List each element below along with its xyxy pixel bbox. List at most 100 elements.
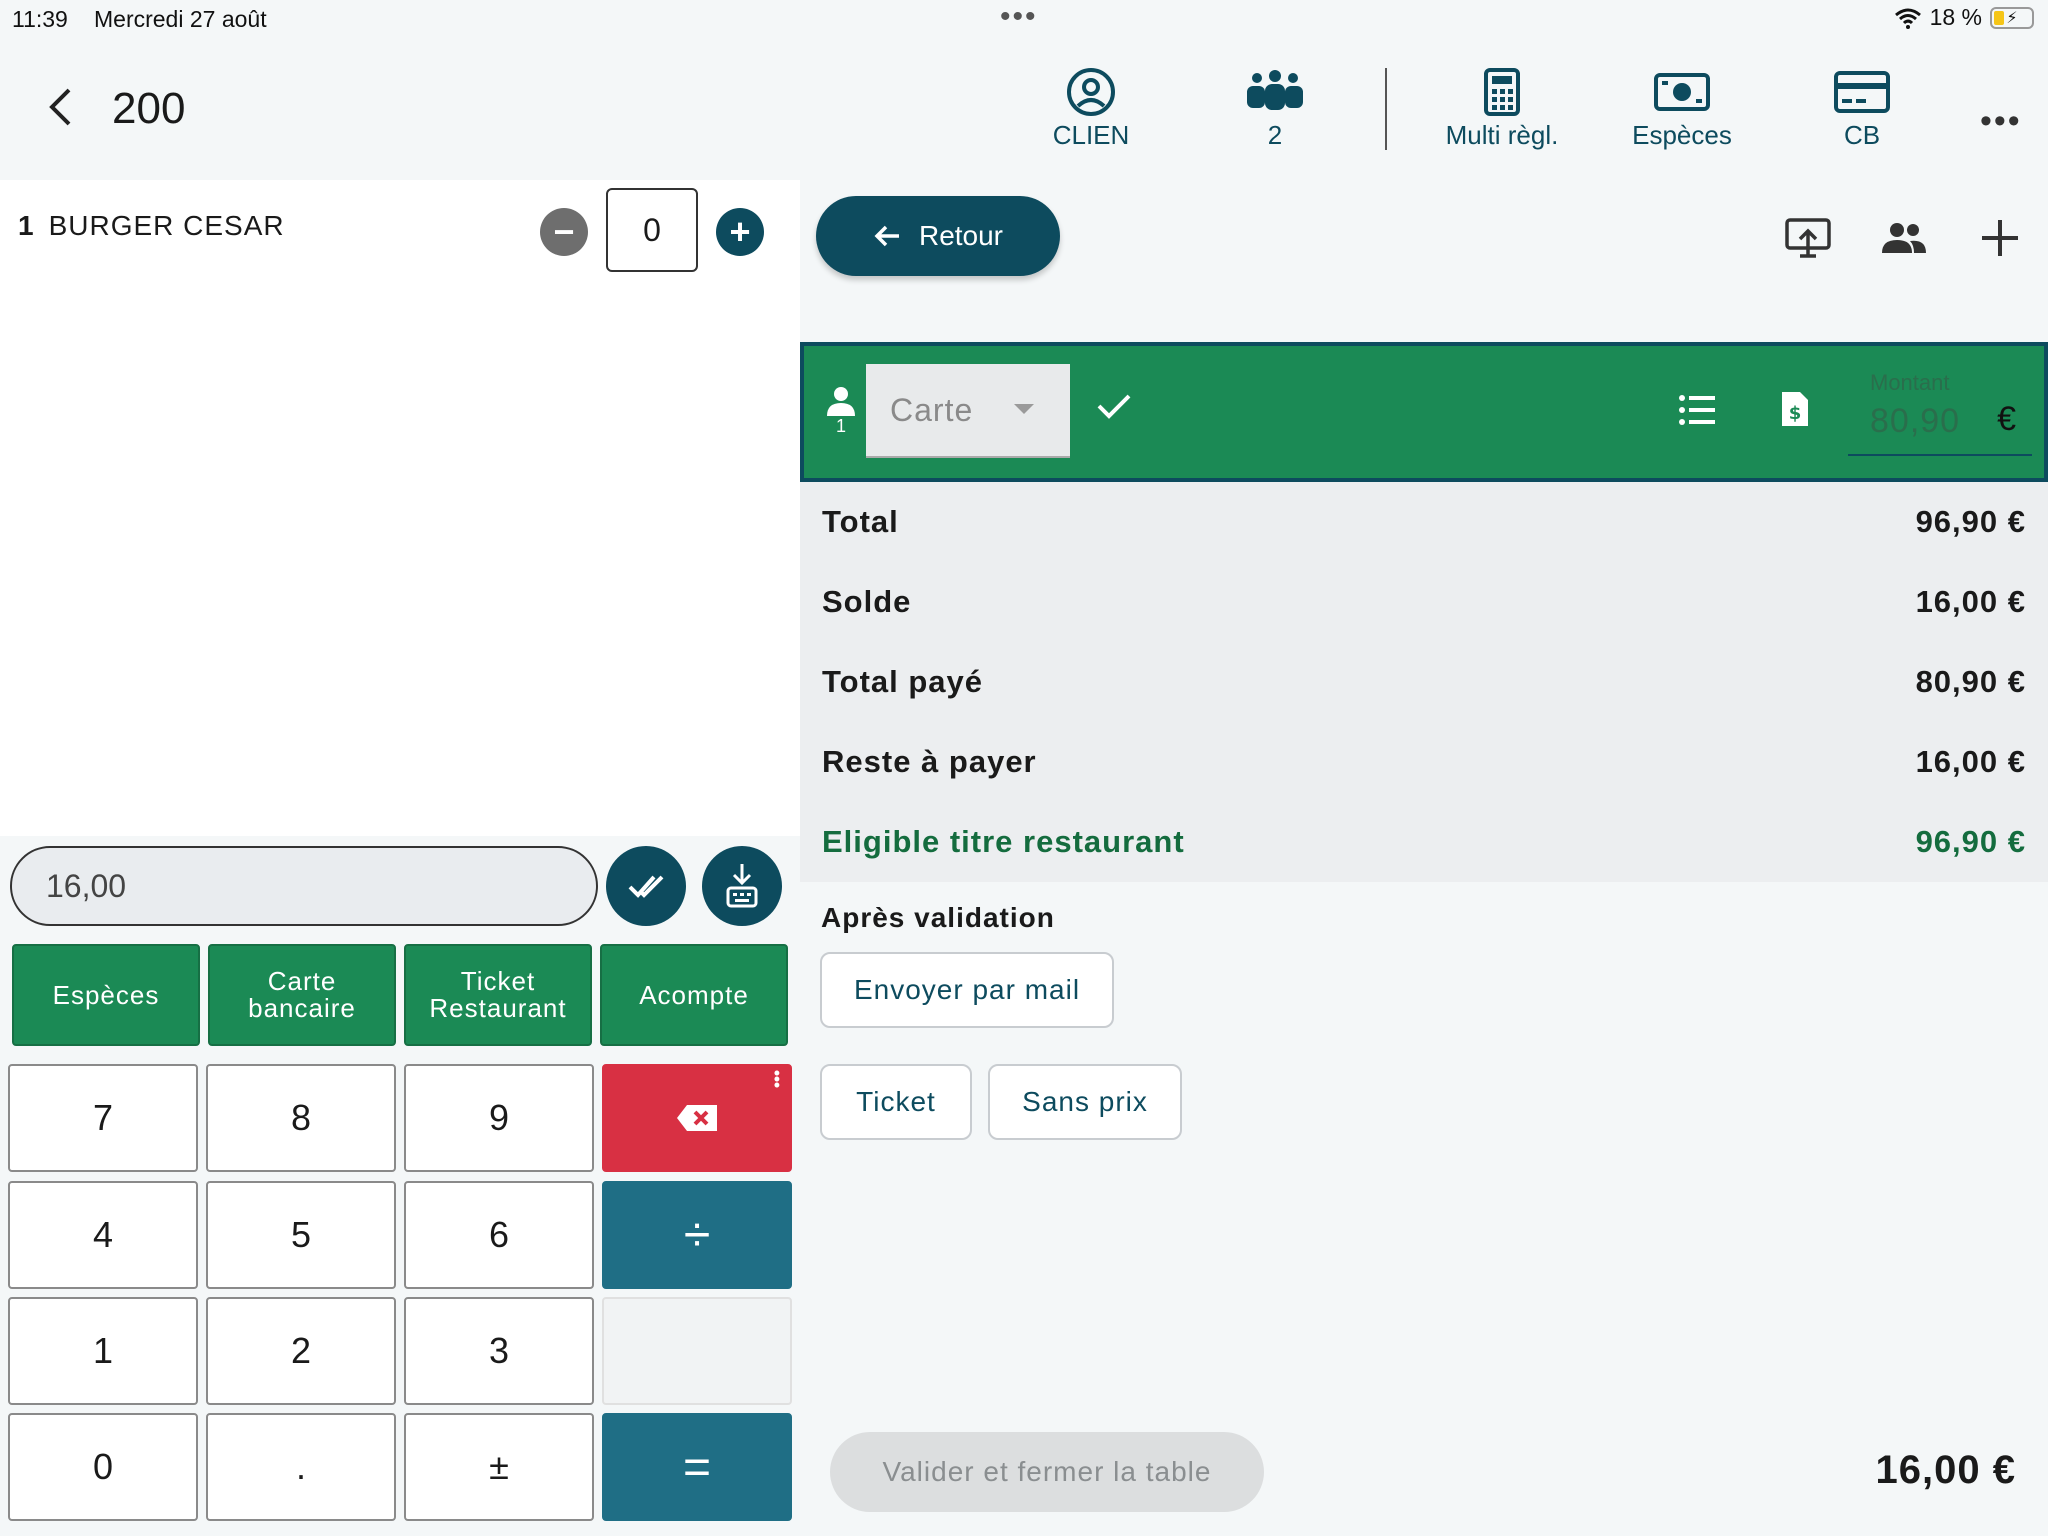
table-number: 200: [112, 84, 186, 133]
amount-field[interactable]: Montant 80,90 €: [1848, 366, 2032, 456]
back-button[interactable]: [40, 82, 80, 132]
payer-indicator[interactable]: 1: [826, 386, 856, 437]
more-icon[interactable]: •••: [1980, 102, 2022, 141]
amount-input[interactable]: 16,00: [10, 846, 598, 926]
pay-meal-voucher-button[interactable]: Ticket Restaurant: [404, 944, 592, 1046]
retour-button[interactable]: Retour: [816, 196, 1060, 276]
double-check-icon: [628, 875, 664, 898]
validate-amount-button[interactable]: [606, 846, 686, 926]
remaining-label: Reste à payer: [822, 744, 1037, 779]
multi-payment-button[interactable]: Multi règl.: [1427, 64, 1577, 164]
key-3[interactable]: 3: [404, 1297, 594, 1405]
equals-button[interactable]: =: [602, 1413, 792, 1521]
payment-method-select[interactable]: Carte: [866, 364, 1070, 458]
ticket-button[interactable]: Ticket: [820, 1064, 972, 1140]
key-8[interactable]: 8: [206, 1064, 396, 1172]
plus-icon: +: [729, 211, 751, 252]
key-0[interactable]: 0: [8, 1413, 198, 1521]
quantity-input[interactable]: 0: [606, 188, 698, 272]
add-payment-button[interactable]: [1972, 210, 2028, 266]
empty-key: [602, 1297, 792, 1405]
eligible-label: Eligible titre restaurant: [822, 824, 1185, 859]
summary-row-total: Total 96,90 €: [822, 492, 2026, 552]
card-button[interactable]: CB: [1787, 64, 1937, 164]
invoice-dollar-icon: $: [1782, 392, 1808, 426]
caret-down-icon: [1014, 404, 1034, 414]
cash-button[interactable]: Espèces: [1607, 64, 1757, 164]
person-icon: [827, 387, 855, 416]
key-9[interactable]: 9: [404, 1064, 594, 1172]
pay-card-button[interactable]: Carte bancaire: [208, 944, 396, 1046]
kebab-icon[interactable]: • • •: [774, 1064, 780, 1094]
paid-label: Total payé: [822, 664, 984, 699]
summary-row-paid: Total payé 80,90 €: [822, 652, 2026, 712]
after-validation-title: Après validation: [821, 902, 1055, 933]
people-icon: [1882, 223, 1926, 253]
calculator-icon: [1484, 68, 1520, 116]
pay-card-label-2: bancaire: [248, 993, 356, 1023]
cash-label: Espèces: [1632, 120, 1732, 150]
key-5[interactable]: 5: [206, 1181, 396, 1289]
balance-value: 16,00 €: [1915, 584, 2026, 619]
pay-voucher-label-2: Restaurant: [429, 993, 567, 1023]
key-6[interactable]: 6: [404, 1181, 594, 1289]
keyboard-download-icon: [726, 864, 758, 908]
pay-cash-button[interactable]: Espèces: [12, 944, 200, 1046]
group-icon: [1247, 70, 1303, 110]
key-plus-minus[interactable]: ±: [404, 1413, 594, 1521]
pay-card-label-1: Carte: [267, 966, 337, 996]
keyboard-button[interactable]: [702, 846, 782, 926]
no-price-button[interactable]: Sans prix: [988, 1064, 1182, 1140]
retour-label: Retour: [918, 220, 1004, 251]
send-mail-button[interactable]: Envoyer par mail: [820, 952, 1114, 1028]
cash-icon: [1654, 73, 1710, 111]
summary-row-balance: Solde 16,00 €: [822, 572, 2026, 632]
guests-button[interactable]: 2: [1200, 64, 1350, 164]
key-4[interactable]: 4: [8, 1181, 198, 1289]
status-bar: 11:39 Mercredi 27 août ••• 18 % ⚡: [0, 0, 2048, 40]
amount-value: 80,90: [1870, 402, 1961, 440]
check-icon: [1097, 394, 1131, 419]
divide-button[interactable]: ÷: [602, 1181, 792, 1289]
amount-label: Montant: [1870, 370, 1950, 395]
key-7[interactable]: 7: [8, 1064, 198, 1172]
card-label: CB: [1843, 120, 1881, 150]
minus-icon: −: [553, 211, 575, 252]
customer-display-button[interactable]: [1780, 210, 1836, 266]
balance-label: Solde: [822, 584, 912, 619]
pay-cash-label: Espèces: [52, 979, 160, 1010]
total-label: Total: [822, 504, 899, 539]
key-1[interactable]: 1: [8, 1297, 198, 1405]
decrease-quantity-button[interactable]: −: [540, 208, 588, 256]
screen-upload-icon: [1785, 218, 1831, 258]
client-button[interactable]: CLIEN: [1016, 64, 1166, 164]
summary-row-eligible: Eligible titre restaurant 96,90 €: [822, 812, 2026, 872]
key-decimal[interactable]: .: [206, 1413, 396, 1521]
validate-close-table-button[interactable]: Valider et fermer la table: [830, 1432, 1264, 1512]
split-guests-button[interactable]: [1876, 210, 1932, 266]
pay-voucher-label-1: Ticket: [460, 966, 536, 996]
multi-payment-label: Multi règl.: [1445, 120, 1559, 150]
pay-deposit-button[interactable]: Acompte: [600, 944, 788, 1046]
increase-quantity-button[interactable]: +: [716, 208, 764, 256]
order-item[interactable]: 1 BURGER CESAR: [18, 210, 285, 242]
payer-number: 1: [835, 416, 846, 436]
confirm-payment-button[interactable]: [1096, 392, 1132, 425]
key-2[interactable]: 2: [206, 1297, 396, 1405]
payment-details-button[interactable]: [1678, 394, 1716, 431]
invoice-button[interactable]: $: [1780, 390, 1810, 433]
user-circle-icon: [1067, 68, 1115, 116]
status-right: 18 % ⚡: [1894, 4, 2034, 31]
credit-card-icon: [1834, 71, 1890, 113]
paid-value: 80,90 €: [1915, 664, 2026, 699]
backspace-button[interactable]: • • •: [602, 1064, 792, 1172]
payment-method-value: Carte: [890, 391, 974, 428]
guests-count: 2: [1267, 120, 1283, 150]
total-value: 96,90 €: [1915, 504, 2026, 539]
header: 200 CLIEN 2 Multi règl. Espèces CB •••: [0, 40, 2048, 180]
order-item-name: BURGER CESAR: [48, 210, 285, 241]
battery-percent: 18 %: [1929, 4, 1982, 30]
multitask-dots[interactable]: •••: [1000, 0, 1038, 34]
remaining-value: 16,00 €: [1915, 744, 2026, 779]
wifi-icon: [1894, 8, 1921, 29]
